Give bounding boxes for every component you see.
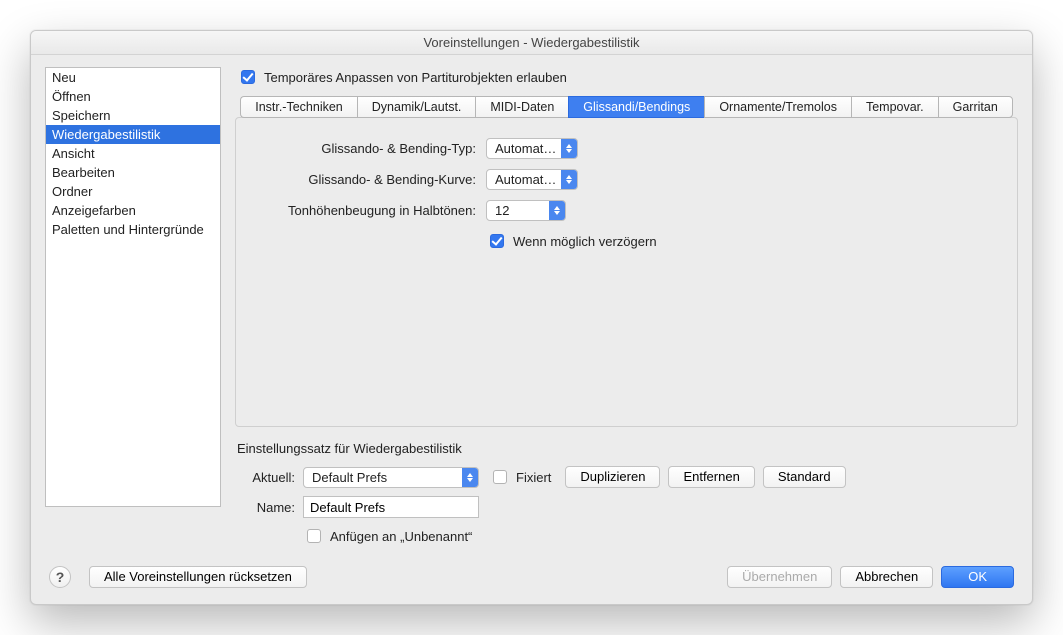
duplicate-button[interactable]: Duplizieren [565, 466, 660, 488]
gliss-type-label: Glissando- & Bending-Typ: [236, 141, 486, 156]
cancel-button[interactable]: Abbrechen [840, 566, 933, 588]
apply-button[interactable]: Übernehmen [727, 566, 832, 588]
default-button[interactable]: Standard [763, 466, 846, 488]
preset-fixed-label: Fixiert [516, 470, 551, 485]
tab-bar: Instr.-Techniken Dynamik/Lautst. MIDI-Da… [240, 96, 1013, 118]
reset-all-button[interactable]: Alle Voreinstellungen rücksetzen [89, 566, 307, 588]
tab-glissandi-bendings[interactable]: Glissandi/Bendings [568, 96, 704, 118]
sidebar-item[interactable]: Paletten und Hintergründe [46, 220, 220, 239]
gliss-type-select[interactable]: Automatis… [486, 138, 578, 159]
pitch-bend-stepper[interactable]: 12 [486, 200, 566, 221]
sidebar-item[interactable]: Speichern [46, 106, 220, 125]
append-checkbox[interactable]: Anfügen an „Unbenannt“ [303, 526, 472, 546]
tab-panel: Glissando- & Bending-Typ: Automatis… Gli… [235, 117, 1018, 427]
preset-name-row: Name: [235, 496, 1018, 518]
sidebar-item[interactable]: Anzeigefarben [46, 201, 220, 220]
gliss-type-row: Glissando- & Bending-Typ: Automatis… [236, 138, 1017, 159]
stepper-icon [561, 170, 577, 189]
sidebar-item[interactable]: Neu [46, 68, 220, 87]
footer: ? Alle Voreinstellungen rücksetzen Übern… [31, 554, 1032, 604]
pitch-bend-value: 12 [495, 203, 545, 218]
append-label: Anfügen an „Unbenannt“ [330, 529, 472, 544]
pitch-bend-row: Tonhöhenbeugung in Halbtönen: 12 [236, 200, 1017, 221]
pitch-bend-label: Tonhöhenbeugung in Halbtönen: [236, 203, 486, 218]
sidebar-item[interactable]: Öffnen [46, 87, 220, 106]
delay-row: Wenn möglich verzögern [236, 231, 1017, 251]
gliss-type-value: Automatis… [495, 141, 557, 156]
preset-fixed-checkbox[interactable]: Fixiert [489, 467, 551, 487]
preset-current-row: Aktuell: Default Prefs Fixiert Duplizier… [235, 466, 1018, 488]
preset-name-input[interactable] [303, 496, 479, 518]
tab-instr-techniques[interactable]: Instr.-Techniken [240, 96, 357, 118]
window-body: Neu Öffnen Speichern Wiedergabestilistik… [31, 55, 1032, 554]
tab-ornaments-tremolos[interactable]: Ornamente/Tremolos [704, 96, 851, 118]
preset-fixed-input[interactable] [493, 470, 507, 484]
remove-button[interactable]: Entfernen [668, 466, 754, 488]
stepper-icon [549, 201, 565, 220]
gliss-curve-select[interactable]: Automatis… [486, 169, 578, 190]
category-sidebar[interactable]: Neu Öffnen Speichern Wiedergabestilistik… [45, 67, 221, 507]
preset-current-select[interactable]: Default Prefs [303, 467, 479, 488]
sidebar-item[interactable]: Wiedergabestilistik [46, 125, 220, 144]
allow-temp-adjust-input[interactable] [241, 70, 255, 84]
main-panel: Temporäres Anpassen von Partiturobjekten… [221, 67, 1018, 554]
gliss-curve-label: Glissando- & Bending-Kurve: [236, 172, 486, 187]
tab-midi-data[interactable]: MIDI-Daten [475, 96, 568, 118]
preferences-window: Voreinstellungen - Wiedergabestilistik N… [30, 30, 1033, 605]
tab-tempovar[interactable]: Tempovar. [851, 96, 938, 118]
delay-input[interactable] [490, 234, 504, 248]
stepper-icon [561, 139, 577, 158]
preset-current-label: Aktuell: [235, 470, 303, 485]
preset-append-row: Anfügen an „Unbenannt“ [235, 526, 1018, 546]
append-input[interactable] [307, 529, 321, 543]
preset-name-label: Name: [235, 500, 303, 515]
sidebar-item[interactable]: Ansicht [46, 144, 220, 163]
sidebar-item[interactable]: Ordner [46, 182, 220, 201]
window-title: Voreinstellungen - Wiedergabestilistik [31, 31, 1032, 55]
delay-checkbox[interactable]: Wenn möglich verzögern [486, 231, 657, 251]
help-button[interactable]: ? [49, 566, 71, 588]
stepper-icon [462, 468, 478, 487]
preset-current-value: Default Prefs [312, 470, 458, 485]
allow-temp-adjust-label: Temporäres Anpassen von Partiturobjekten… [264, 70, 567, 85]
tab-dynamics[interactable]: Dynamik/Lautst. [357, 96, 476, 118]
ok-button[interactable]: OK [941, 566, 1014, 588]
preset-section-title: Einstellungssatz für Wiedergabestilistik [237, 441, 1016, 456]
gliss-curve-value: Automatis… [495, 172, 557, 187]
tab-garritan[interactable]: Garritan [938, 96, 1013, 118]
gliss-curve-row: Glissando- & Bending-Kurve: Automatis… [236, 169, 1017, 190]
delay-label: Wenn möglich verzögern [513, 234, 657, 249]
allow-temp-adjust-checkbox[interactable]: Temporäres Anpassen von Partiturobjekten… [237, 67, 1018, 87]
sidebar-item[interactable]: Bearbeiten [46, 163, 220, 182]
